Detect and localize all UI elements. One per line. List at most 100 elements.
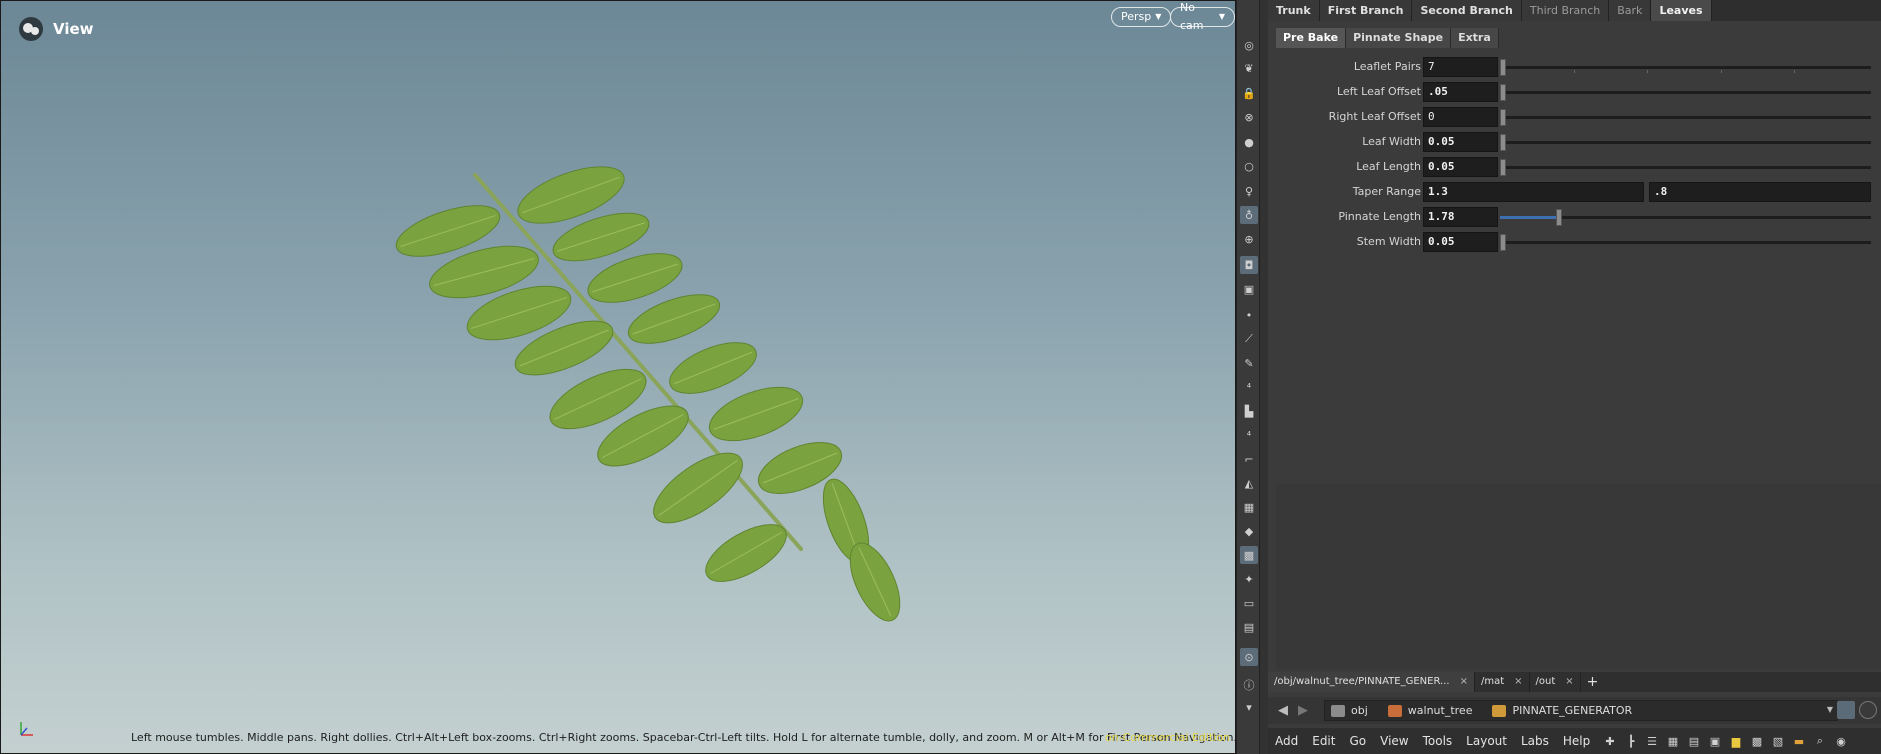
tile-icon[interactable]: ▤ <box>1686 733 1702 749</box>
path-tab[interactable]: /out × <box>1530 672 1581 692</box>
subtab-pre-bake[interactable]: Pre Bake <box>1276 28 1347 48</box>
tab-first-branch[interactable]: First Branch <box>1319 0 1413 21</box>
leaf-length-slider[interactable] <box>1500 159 1871 176</box>
picture-icon[interactable]: ▩ <box>1749 733 1765 749</box>
tab-leaves[interactable]: Leaves <box>1651 0 1712 21</box>
tab-trunk[interactable]: Trunk <box>1268 0 1320 21</box>
breadcrumb-item-obj[interactable]: obj <box>1325 704 1382 717</box>
sphere-icon[interactable]: ● <box>1240 133 1258 151</box>
stem-width-slider[interactable] <box>1500 234 1871 251</box>
subtab-extra[interactable]: Extra <box>1451 28 1499 48</box>
leaf-length-field[interactable]: 0.05 <box>1423 157 1498 177</box>
leaflet-pairs-slider[interactable] <box>1500 59 1871 76</box>
network-icon[interactable]: ▧ <box>1770 733 1786 749</box>
image-icon[interactable]: ▣ <box>1707 733 1723 749</box>
right-leaf-offset-field[interactable]: 0 <box>1423 107 1498 127</box>
folder-icon[interactable]: ▬ <box>1791 733 1807 749</box>
info-icon[interactable]: ⓘ <box>1240 676 1258 694</box>
slider-handle[interactable] <box>1500 84 1506 101</box>
add-tab-button[interactable]: + <box>1581 672 1605 692</box>
globe-icon[interactable]: ⊕ <box>1240 230 1258 248</box>
subtab-pinnate-shape[interactable]: Pinnate Shape <box>1346 28 1452 48</box>
light-pin-icon[interactable]: ♁ <box>1240 206 1258 224</box>
camera-menu[interactable]: No cam ▼ <box>1170 1 1235 32</box>
left-leaf-offset-slider[interactable] <box>1500 84 1871 101</box>
node-icon[interactable]: ✦ <box>1240 570 1258 588</box>
slider-handle[interactable] <box>1500 159 1506 176</box>
tab-bark[interactable]: Bark <box>1609 0 1652 21</box>
slider-handle[interactable] <box>1555 209 1562 226</box>
image-icon[interactable]: ▩ <box>1240 546 1258 564</box>
chevron-down-icon[interactable]: ▼ <box>1827 705 1833 714</box>
leaf-tool-icon[interactable]: ❦ <box>1240 59 1258 77</box>
grid-icon[interactable]: ▦ <box>1665 733 1681 749</box>
brush-icon[interactable]: ⟋ <box>1240 330 1258 348</box>
slider-handle[interactable] <box>1500 134 1506 151</box>
eye-icon[interactable]: ◉ <box>1833 733 1849 749</box>
path-tab[interactable]: /mat × <box>1475 672 1530 692</box>
pinnate-length-slider[interactable] <box>1500 209 1871 226</box>
camera-icon[interactable]: ◘ <box>1240 256 1258 274</box>
taper-range-min-field[interactable]: 1.3 <box>1423 182 1644 202</box>
display-icon[interactable]: ▤ <box>1240 618 1258 636</box>
menu-add[interactable]: Add <box>1268 734 1305 748</box>
menu-view[interactable]: View <box>1373 734 1415 748</box>
leaf-width-field[interactable]: 0.05 <box>1423 132 1498 152</box>
perspective-menu[interactable]: Persp ▼ <box>1111 7 1172 27</box>
stem-width-field[interactable]: 0.05 <box>1423 232 1498 252</box>
pen-icon[interactable]: ✎ <box>1240 354 1258 372</box>
leaflet-pairs-field[interactable]: 7 <box>1423 57 1498 77</box>
box-icon[interactable]: ▭ <box>1240 594 1258 612</box>
left-leaf-offset-field[interactable]: .05 <box>1423 82 1498 102</box>
taper-range-max-field[interactable]: .8 <box>1649 182 1871 202</box>
note-icon[interactable]: ▆ <box>1728 733 1744 749</box>
forward-arrow-icon[interactable]: ▶ <box>1294 702 1312 720</box>
menu-edit[interactable]: Edit <box>1305 734 1342 748</box>
sculpt-icon[interactable]: ◭ <box>1240 474 1258 492</box>
search-icon[interactable]: ⌕ <box>1812 733 1828 749</box>
light-bulb-icon[interactable]: ○ <box>1240 157 1258 175</box>
snap-icon[interactable]: ⊗ <box>1240 108 1258 126</box>
close-icon[interactable]: × <box>1460 672 1468 692</box>
corner-icon[interactable]: ⌐ <box>1240 450 1258 468</box>
number-12b-icon[interactable]: ⁴ <box>1240 426 1258 444</box>
diamond-icon[interactable]: ◆ <box>1240 522 1258 540</box>
scene-viewport[interactable]: View Persp ▼ No cam ▼ Left mouse tumbles. … <box>0 0 1236 754</box>
path-tab[interactable]: /obj/walnut_tree/PINNATE_GENER... × <box>1268 672 1475 692</box>
menu-labs[interactable]: Labs <box>1514 734 1556 748</box>
leaf-width-slider[interactable] <box>1500 134 1871 151</box>
tree-icon[interactable]: ┣ <box>1623 733 1639 749</box>
pin-toggle-icon[interactable] <box>1837 701 1855 719</box>
number-12-icon[interactable]: ⁴ <box>1240 378 1258 396</box>
point-icon[interactable]: • <box>1240 306 1258 324</box>
pane-splitter[interactable] <box>1260 0 1268 754</box>
tab-second-branch[interactable]: Second Branch <box>1412 0 1522 21</box>
houdini-logo-icon[interactable] <box>19 17 43 41</box>
light-icon[interactable]: ♀ <box>1240 182 1258 200</box>
pin-icon[interactable]: ⊙ <box>1240 648 1258 666</box>
menu-help[interactable]: Help <box>1556 734 1597 748</box>
camera-rig-icon[interactable]: ▣ <box>1240 280 1258 298</box>
menu-layout[interactable]: Layout <box>1459 734 1514 748</box>
link-icon[interactable] <box>1859 701 1877 719</box>
wrench-icon[interactable]: ✚ <box>1602 733 1618 749</box>
back-arrow-icon[interactable]: ◀ <box>1274 702 1292 720</box>
pinnate-length-field[interactable]: 1.78 <box>1423 207 1498 227</box>
slider-handle[interactable] <box>1500 59 1506 76</box>
menu-tools[interactable]: Tools <box>1416 734 1460 748</box>
tab-third-branch[interactable]: Third Branch <box>1521 0 1610 21</box>
texture-icon[interactable]: ▦ <box>1240 498 1258 516</box>
eye-icon[interactable]: ◎ <box>1240 36 1258 54</box>
slider-handle[interactable] <box>1500 234 1506 251</box>
menu-go[interactable]: Go <box>1342 734 1373 748</box>
list-icon[interactable]: ☰ <box>1644 733 1660 749</box>
paint-icon[interactable]: ▙ <box>1240 402 1258 420</box>
breadcrumb-item-walnut_tree[interactable]: walnut_tree <box>1382 704 1487 717</box>
close-icon[interactable]: × <box>1514 672 1522 692</box>
close-icon[interactable]: × <box>1565 672 1573 692</box>
breadcrumb-item-pinnate_generator[interactable]: PINNATE_GENERATOR <box>1486 704 1646 717</box>
right-leaf-offset-slider[interactable] <box>1500 109 1871 126</box>
lock-icon[interactable]: 🔒 <box>1240 84 1258 102</box>
slider-handle[interactable] <box>1500 109 1506 126</box>
arrow-down-icon[interactable]: ▾ <box>1240 698 1258 716</box>
